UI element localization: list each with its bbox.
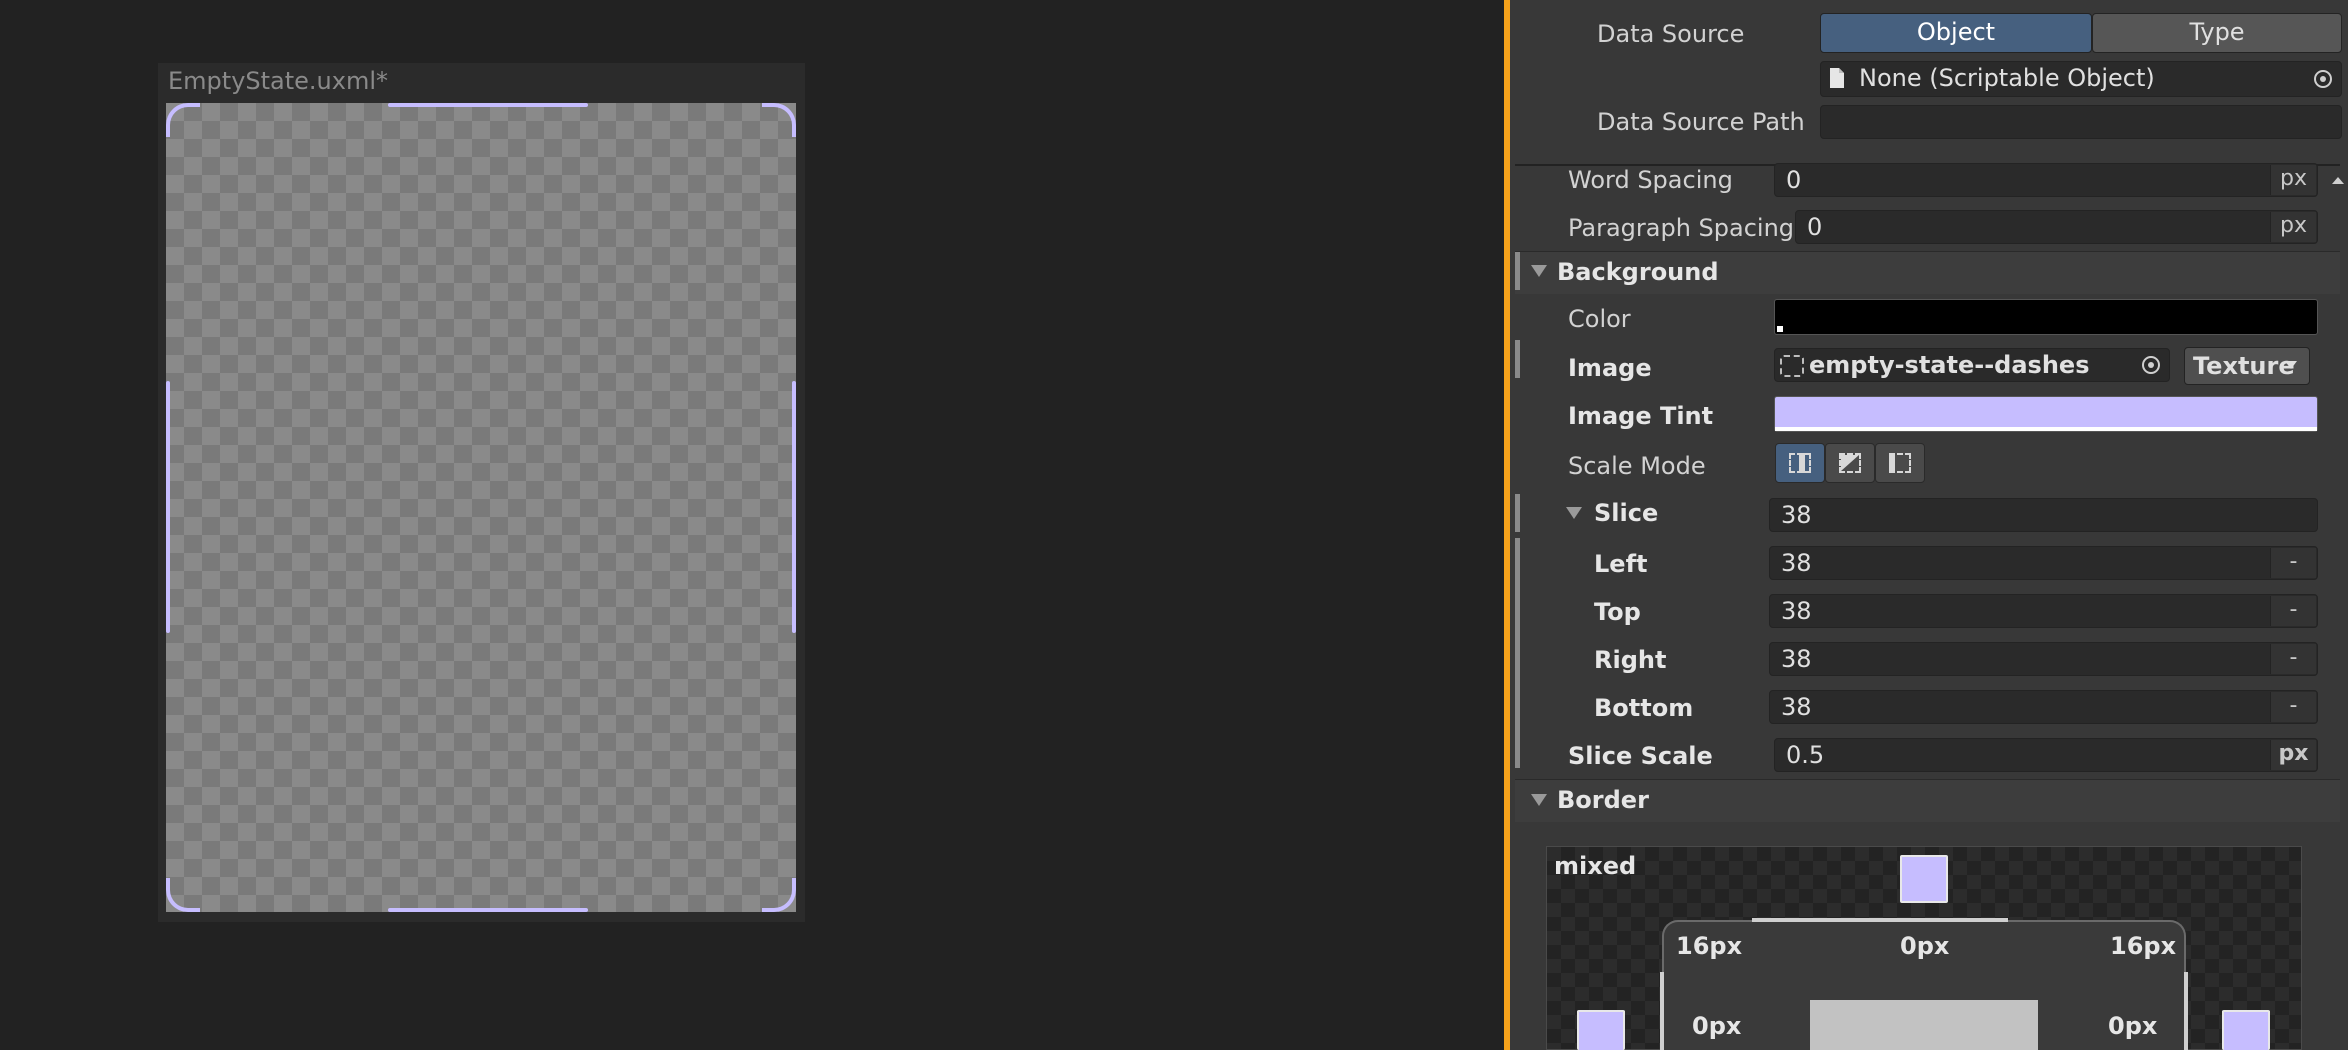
- scale-mode-fit-button[interactable]: [1875, 443, 1925, 483]
- scale-mode-crop-button[interactable]: [1825, 443, 1875, 483]
- scale-mode-stretch-button[interactable]: [1775, 443, 1825, 483]
- slice-right-value: 38: [1781, 645, 1812, 673]
- override-indicator: [1515, 494, 1520, 532]
- border-header-label: Border: [1557, 786, 1649, 814]
- paragraph-spacing-value: 0: [1807, 213, 1823, 241]
- border-top-right-radius-value[interactable]: 16px: [2110, 932, 2176, 960]
- slice-top-unset-button[interactable]: -: [2270, 596, 2316, 626]
- slice-top-value: 38: [1781, 597, 1812, 625]
- background-image-value: empty-state--dashes: [1809, 351, 2090, 379]
- data-source-type-toggle[interactable]: Type: [2092, 13, 2342, 53]
- slice-right-input[interactable]: 38 -: [1769, 642, 2318, 676]
- scroll-up-arrow-icon[interactable]: [2330, 174, 2346, 186]
- crop-diagonal-icon: [1841, 455, 1859, 471]
- dash-corner-top-left: [166, 103, 200, 137]
- texture-icon: [1780, 355, 1804, 377]
- chevron-down-icon: [2285, 361, 2297, 369]
- scale-mode-label: Scale Mode: [1568, 452, 1706, 480]
- slice-label: Slice: [1594, 499, 1659, 527]
- dash-right: [792, 381, 796, 633]
- word-spacing-input[interactable]: 0 px: [1774, 163, 2318, 197]
- border-top-edge-handle[interactable]: [1752, 918, 2008, 922]
- slice-bottom-unset-button[interactable]: -: [2270, 692, 2316, 722]
- dash-corner-bottom-left: [166, 878, 200, 912]
- word-spacing-label: Word Spacing: [1568, 166, 1733, 194]
- border-right-width-value[interactable]: 0px: [2108, 1012, 2157, 1040]
- override-indicator: [1515, 538, 1520, 768]
- tint-alpha-bar: [1775, 427, 2317, 431]
- data-source-label: Data Source: [1597, 20, 1745, 48]
- border-top-width-value[interactable]: 0px: [1900, 932, 1949, 960]
- data-source-object-value: None (Scriptable Object): [1859, 64, 2155, 92]
- slice-left-input[interactable]: 38 -: [1769, 546, 2318, 580]
- paragraph-spacing-label: Paragraph Spacing: [1568, 214, 1795, 242]
- slice-top-label: Top: [1594, 598, 1641, 626]
- data-source-object-field[interactable]: None (Scriptable Object): [1820, 61, 2342, 97]
- background-color-swatch[interactable]: [1774, 299, 2318, 335]
- object-picker-icon[interactable]: [2314, 70, 2332, 88]
- data-source-object-toggle[interactable]: Object: [1820, 13, 2092, 53]
- slice-top-input[interactable]: 38 -: [1769, 594, 2318, 628]
- slice-right-label: Right: [1594, 646, 1667, 674]
- slice-left-label: Left: [1594, 550, 1648, 578]
- canvas-document-preview[interactable]: [166, 103, 796, 912]
- dash-bottom: [388, 908, 588, 912]
- slice-right-unset-button[interactable]: -: [2270, 644, 2316, 674]
- image-label: Image: [1568, 354, 1652, 382]
- border-top-color-swatch[interactable]: [1900, 855, 1948, 903]
- image-picker-icon[interactable]: [2142, 356, 2160, 374]
- border-content-preview: [1810, 1000, 2038, 1050]
- border-left-edge-handle[interactable]: [1660, 972, 1664, 1050]
- border-left-color-swatch[interactable]: [1577, 1010, 1625, 1050]
- border-mixed-label: mixed: [1554, 852, 1637, 880]
- border-right-color-swatch[interactable]: [2222, 1010, 2270, 1050]
- dash-corner-top-right: [762, 103, 796, 137]
- slice-input[interactable]: 38: [1769, 498, 2318, 532]
- paragraph-spacing-unit[interactable]: px: [2270, 212, 2316, 242]
- slice-value: 38: [1781, 501, 1812, 529]
- background-image-field[interactable]: empty-state--dashes: [1774, 348, 2170, 382]
- fit-icon-bar: [1889, 453, 1895, 473]
- data-source-path-input[interactable]: [1820, 105, 2342, 139]
- image-type-value: Texture: [2193, 352, 2295, 380]
- slice-scale-input[interactable]: 0.5 px: [1774, 738, 2318, 772]
- image-tint-label: Image Tint: [1568, 402, 1714, 430]
- canvas-document-title[interactable]: EmptyState.uxml*: [168, 67, 388, 95]
- slice-left-unset-button[interactable]: -: [2270, 548, 2316, 578]
- dash-corner-bottom-right: [762, 878, 796, 912]
- selection-accent-bar: [1504, 0, 1510, 1050]
- image-tint-swatch[interactable]: [1774, 396, 2318, 432]
- stretch-icon-bar: [1799, 453, 1805, 473]
- slice-bottom-label: Bottom: [1594, 694, 1694, 722]
- slice-bottom-value: 38: [1781, 693, 1812, 721]
- border-left-width-value[interactable]: 0px: [1692, 1012, 1741, 1040]
- word-spacing-value: 0: [1786, 166, 1802, 194]
- slice-scale-label: Slice Scale: [1568, 742, 1713, 770]
- border-top-left-radius-value[interactable]: 16px: [1676, 932, 1742, 960]
- slice-scale-value: 0.5: [1786, 741, 1825, 769]
- border-right-edge-handle[interactable]: [2184, 972, 2188, 1050]
- color-label: Color: [1568, 305, 1631, 333]
- file-icon: [1830, 68, 1844, 88]
- data-source-path-label: Data Source Path: [1597, 108, 1805, 136]
- override-indicator: [1515, 340, 1520, 378]
- alpha-indicator: [1777, 326, 1783, 332]
- border-foldout-arrow-icon[interactable]: [1531, 794, 1547, 806]
- word-spacing-unit[interactable]: px: [2270, 165, 2316, 195]
- foldout-arrow-icon[interactable]: [1531, 265, 1547, 277]
- slice-scale-unit[interactable]: px: [2270, 740, 2316, 770]
- dash-top: [388, 103, 588, 107]
- slice-left-value: 38: [1781, 549, 1812, 577]
- background-header-label: Background: [1557, 258, 1719, 286]
- override-indicator: [1515, 252, 1520, 290]
- slice-bottom-input[interactable]: 38 -: [1769, 690, 2318, 724]
- dash-left: [166, 381, 170, 633]
- slice-foldout-arrow-icon[interactable]: [1566, 507, 1582, 519]
- paragraph-spacing-input[interactable]: 0 px: [1795, 210, 2318, 244]
